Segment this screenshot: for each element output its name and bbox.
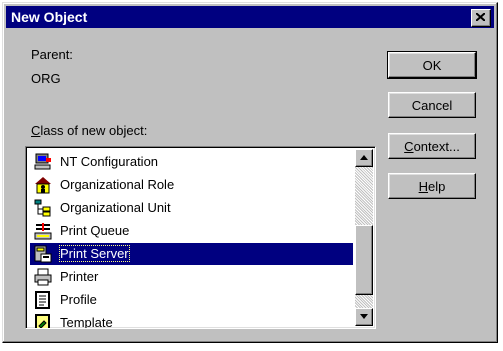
list-item-organizational-role[interactable]: Organizational Role [30,174,353,196]
list-item-template[interactable]: Template [30,312,353,329]
class-list-label: Class of new object: [31,123,148,138]
list-item-label: Print Server [59,245,130,262]
class-listbox[interactable]: NT Configuration Organizational Role Org… [25,146,376,329]
list-item-profile[interactable]: Profile [30,289,353,311]
list-item-nt-configuration[interactable]: NT Configuration [30,151,353,173]
list-item-organizational-unit[interactable]: Organizational Unit [30,197,353,219]
print-queue-icon [34,223,52,240]
parent-label: Parent: [31,47,73,62]
parent-value: ORG [31,71,61,86]
list-item-label: NT Configuration [60,154,159,169]
context-button[interactable]: Context... [388,133,476,159]
arrow-down-icon [360,314,368,319]
cancel-button[interactable]: Cancel [388,92,476,118]
printer-icon [34,268,52,286]
template-icon [35,314,50,328]
list-item-printer[interactable]: Printer [30,266,353,288]
dialog-title: New Object [11,9,88,25]
close-icon [476,13,485,21]
list-item-label: Organizational Unit [60,200,171,215]
ok-button[interactable]: OK [387,51,477,79]
organizational-unit-icon [34,199,51,217]
print-server-icon [34,245,52,263]
list-item-label: Organizational Role [60,177,175,192]
scroll-down-button[interactable] [355,308,373,326]
title-bar[interactable]: New Object [6,6,494,28]
arrow-up-icon [360,155,368,160]
close-button[interactable] [471,9,491,27]
scroll-thumb[interactable] [355,225,373,295]
list-item-print-queue[interactable]: Print Queue [30,220,353,242]
list-item-label: Printer [60,269,99,284]
list-item-label: Template [60,315,113,329]
list-item-label: Print Queue [60,223,130,238]
list-item-label: Profile [60,292,97,307]
scroll-up-button[interactable] [355,149,373,167]
profile-icon [35,291,50,309]
list-item-print-server[interactable]: Print Server [30,243,353,265]
list-scrollbar[interactable] [355,149,373,326]
organizational-role-icon [35,177,51,194]
new-object-dialog: New Object Parent: ORG Class of new obje… [2,2,498,343]
nt-configuration-icon [34,153,51,170]
help-button[interactable]: Help [388,173,476,199]
